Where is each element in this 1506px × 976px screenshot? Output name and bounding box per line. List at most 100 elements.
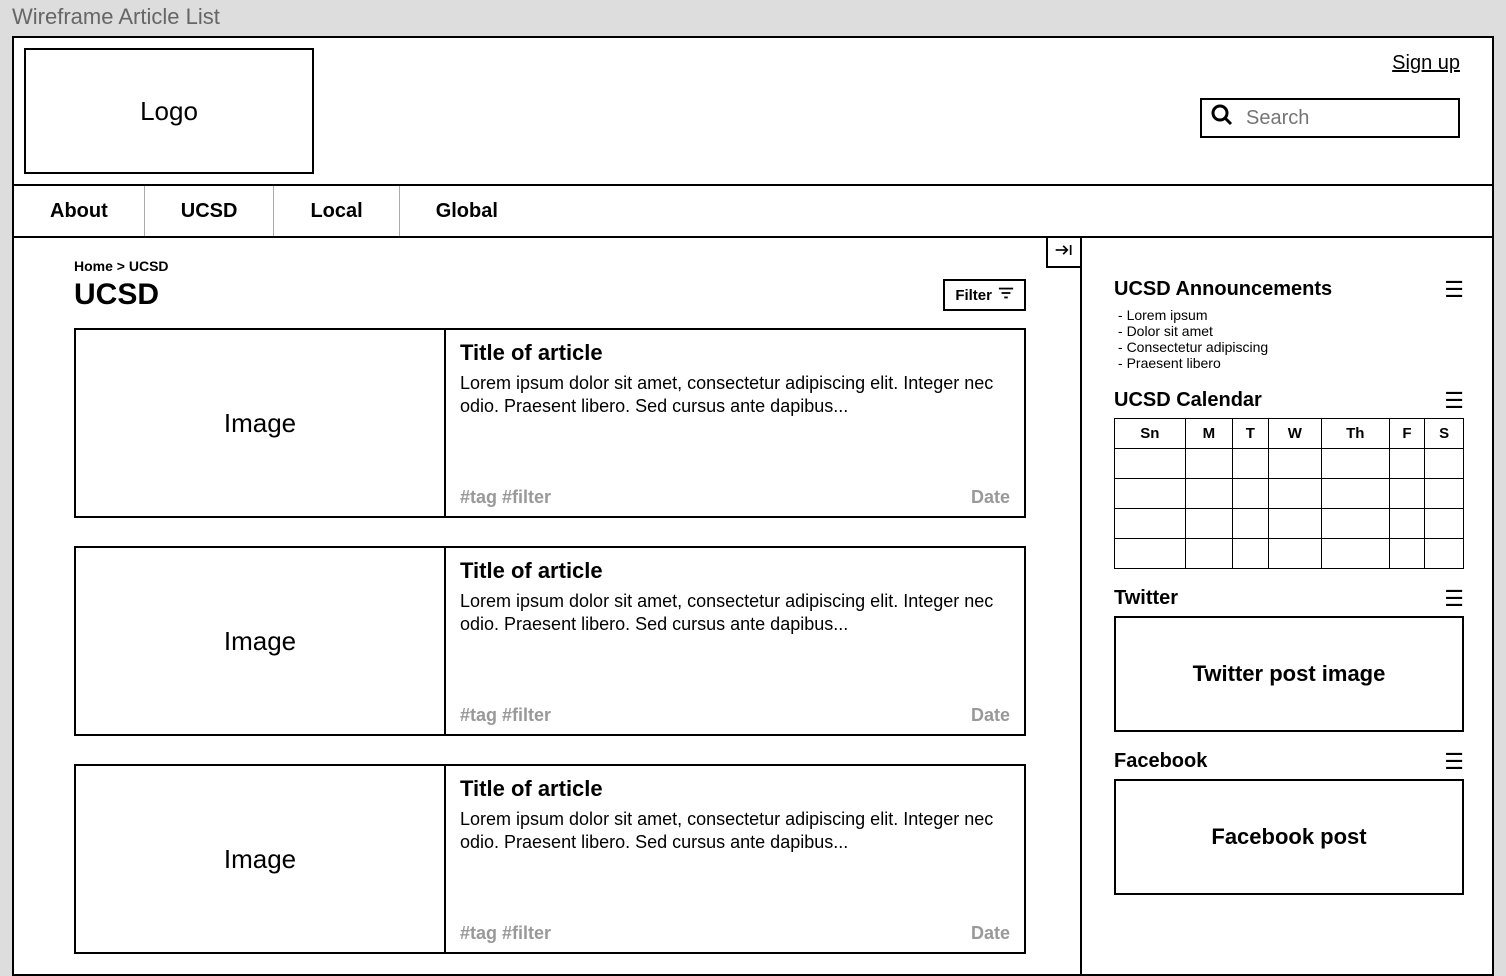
twitter-widget: Twitter ☰ Twitter post image	[1114, 587, 1464, 732]
body: Home > UCSD UCSD Filter ImageTitle of ar…	[14, 238, 1492, 974]
calendar-cell[interactable]	[1115, 539, 1186, 569]
twitter-title: Twitter	[1114, 587, 1178, 610]
calendar-cell[interactable]	[1268, 509, 1321, 539]
logo[interactable]: Logo	[24, 48, 314, 174]
calendar-cell[interactable]	[1425, 509, 1464, 539]
article-tags[interactable]: #tag #filter	[460, 923, 551, 944]
filter-icon	[998, 285, 1014, 305]
article-image-placeholder: Image	[76, 548, 446, 734]
announcement-item[interactable]: Lorem ipsum	[1118, 307, 1464, 323]
calendar-cell[interactable]	[1233, 479, 1269, 509]
calendar-cell[interactable]	[1115, 449, 1186, 479]
article-body: Title of article Lorem ipsum dolor sit am…	[446, 548, 1024, 734]
calendar-cell[interactable]	[1185, 449, 1232, 479]
calendar-menu-icon[interactable]: ☰	[1444, 390, 1464, 412]
calendar-cell[interactable]	[1268, 539, 1321, 569]
calendar-cell[interactable]	[1115, 479, 1186, 509]
twitter-post-image[interactable]: Twitter post image	[1114, 616, 1464, 732]
article-card[interactable]: Image Title of article Lorem ipsum dolor s…	[74, 546, 1026, 736]
nav-local[interactable]: Local	[274, 186, 399, 236]
calendar-day-header: S	[1425, 419, 1464, 449]
announcements-list: Lorem ipsumDolor sit ametConsectetur adi…	[1114, 307, 1464, 371]
article-tags[interactable]: #tag #filter	[460, 705, 551, 726]
calendar-table[interactable]: SnMTWThFS	[1114, 418, 1464, 569]
announcements-title: UCSD Announcements	[1114, 278, 1332, 301]
nav-global[interactable]: Global	[400, 186, 534, 236]
article-image-placeholder: Image	[76, 766, 446, 952]
facebook-widget: Facebook ☰ Facebook post	[1114, 750, 1464, 895]
page-title: UCSD	[74, 278, 159, 312]
collapse-sidebar-button[interactable]	[1046, 238, 1082, 268]
calendar-day-header: T	[1233, 419, 1269, 449]
calendar-widget: UCSD Calendar ☰ SnMTWThFS	[1114, 389, 1464, 569]
app-frame: Logo Sign up About UCSD Local Global Hom…	[12, 36, 1494, 976]
calendar-cell[interactable]	[1389, 479, 1425, 509]
twitter-menu-icon[interactable]: ☰	[1444, 588, 1464, 610]
announcements-menu-icon[interactable]: ☰	[1444, 279, 1464, 301]
announcement-item[interactable]: Dolor sit amet	[1118, 323, 1464, 339]
announcement-item[interactable]: Praesent libero	[1118, 355, 1464, 371]
article-title[interactable]: Title of article	[460, 776, 1010, 802]
article-title[interactable]: Title of article	[460, 558, 1010, 584]
calendar-cell[interactable]	[1321, 509, 1389, 539]
calendar-cell[interactable]	[1185, 539, 1232, 569]
sidebar: UCSD Announcements ☰ Lorem ipsumDolor si…	[1082, 238, 1492, 974]
article-image-placeholder: Image	[76, 330, 446, 516]
article-date: Date	[971, 923, 1010, 944]
article-card[interactable]: Image Title of article Lorem ipsum dolor s…	[74, 328, 1026, 518]
article-excerpt: Lorem ipsum dolor sit amet, consectetur …	[460, 590, 1010, 705]
calendar-cell[interactable]	[1321, 479, 1389, 509]
signup-link[interactable]: Sign up	[1392, 52, 1460, 75]
article-title[interactable]: Title of article	[460, 340, 1010, 366]
calendar-day-header: M	[1185, 419, 1232, 449]
calendar-day-header: F	[1389, 419, 1425, 449]
facebook-post-image[interactable]: Facebook post	[1114, 779, 1464, 895]
calendar-cell[interactable]	[1233, 509, 1269, 539]
article-excerpt: Lorem ipsum dolor sit amet, consectetur …	[460, 808, 1010, 923]
calendar-cell[interactable]	[1185, 509, 1232, 539]
search-icon	[1210, 103, 1246, 133]
article-tags[interactable]: #tag #filter	[460, 487, 551, 508]
calendar-day-header: Th	[1321, 419, 1389, 449]
arrow-right-to-line-icon	[1054, 242, 1074, 263]
facebook-menu-icon[interactable]: ☰	[1444, 751, 1464, 773]
article-date: Date	[971, 487, 1010, 508]
header-right: Sign up	[324, 38, 1492, 184]
facebook-title: Facebook	[1114, 750, 1207, 773]
article-body: Title of article Lorem ipsum dolor sit am…	[446, 766, 1024, 952]
calendar-cell[interactable]	[1268, 449, 1321, 479]
calendar-cell[interactable]	[1115, 509, 1186, 539]
nav-ucsd[interactable]: UCSD	[145, 186, 275, 236]
article-card[interactable]: Image Title of article Lorem ipsum dolor s…	[74, 764, 1026, 954]
calendar-day-header: Sn	[1115, 419, 1186, 449]
header: Logo Sign up	[14, 38, 1492, 186]
filter-label: Filter	[955, 287, 992, 304]
calendar-cell[interactable]	[1185, 479, 1232, 509]
article-date: Date	[971, 705, 1010, 726]
calendar-cell[interactable]	[1321, 449, 1389, 479]
main-column: Home > UCSD UCSD Filter ImageTitle of ar…	[14, 238, 1082, 974]
calendar-cell[interactable]	[1233, 449, 1269, 479]
calendar-cell[interactable]	[1425, 539, 1464, 569]
filter-button[interactable]: Filter	[943, 279, 1026, 311]
calendar-cell[interactable]	[1233, 539, 1269, 569]
calendar-cell[interactable]	[1321, 539, 1389, 569]
announcement-item[interactable]: Consectetur adipiscing	[1118, 339, 1464, 355]
window-title: Wireframe Article List	[0, 0, 1506, 36]
calendar-day-header: W	[1268, 419, 1321, 449]
nav-bar: About UCSD Local Global	[14, 186, 1492, 238]
calendar-cell[interactable]	[1425, 479, 1464, 509]
calendar-cell[interactable]	[1389, 449, 1425, 479]
article-body: Title of article Lorem ipsum dolor sit am…	[446, 330, 1024, 516]
search-input[interactable]	[1246, 107, 1506, 130]
calendar-cell[interactable]	[1425, 449, 1464, 479]
breadcrumb[interactable]: Home > UCSD	[74, 258, 1026, 274]
search-box[interactable]	[1200, 98, 1460, 138]
nav-about[interactable]: About	[14, 186, 145, 236]
article-excerpt: Lorem ipsum dolor sit amet, consectetur …	[460, 372, 1010, 487]
calendar-cell[interactable]	[1389, 509, 1425, 539]
calendar-title: UCSD Calendar	[1114, 389, 1262, 412]
calendar-cell[interactable]	[1389, 539, 1425, 569]
calendar-cell[interactable]	[1268, 479, 1321, 509]
announcements-widget: UCSD Announcements ☰ Lorem ipsumDolor si…	[1114, 278, 1464, 371]
